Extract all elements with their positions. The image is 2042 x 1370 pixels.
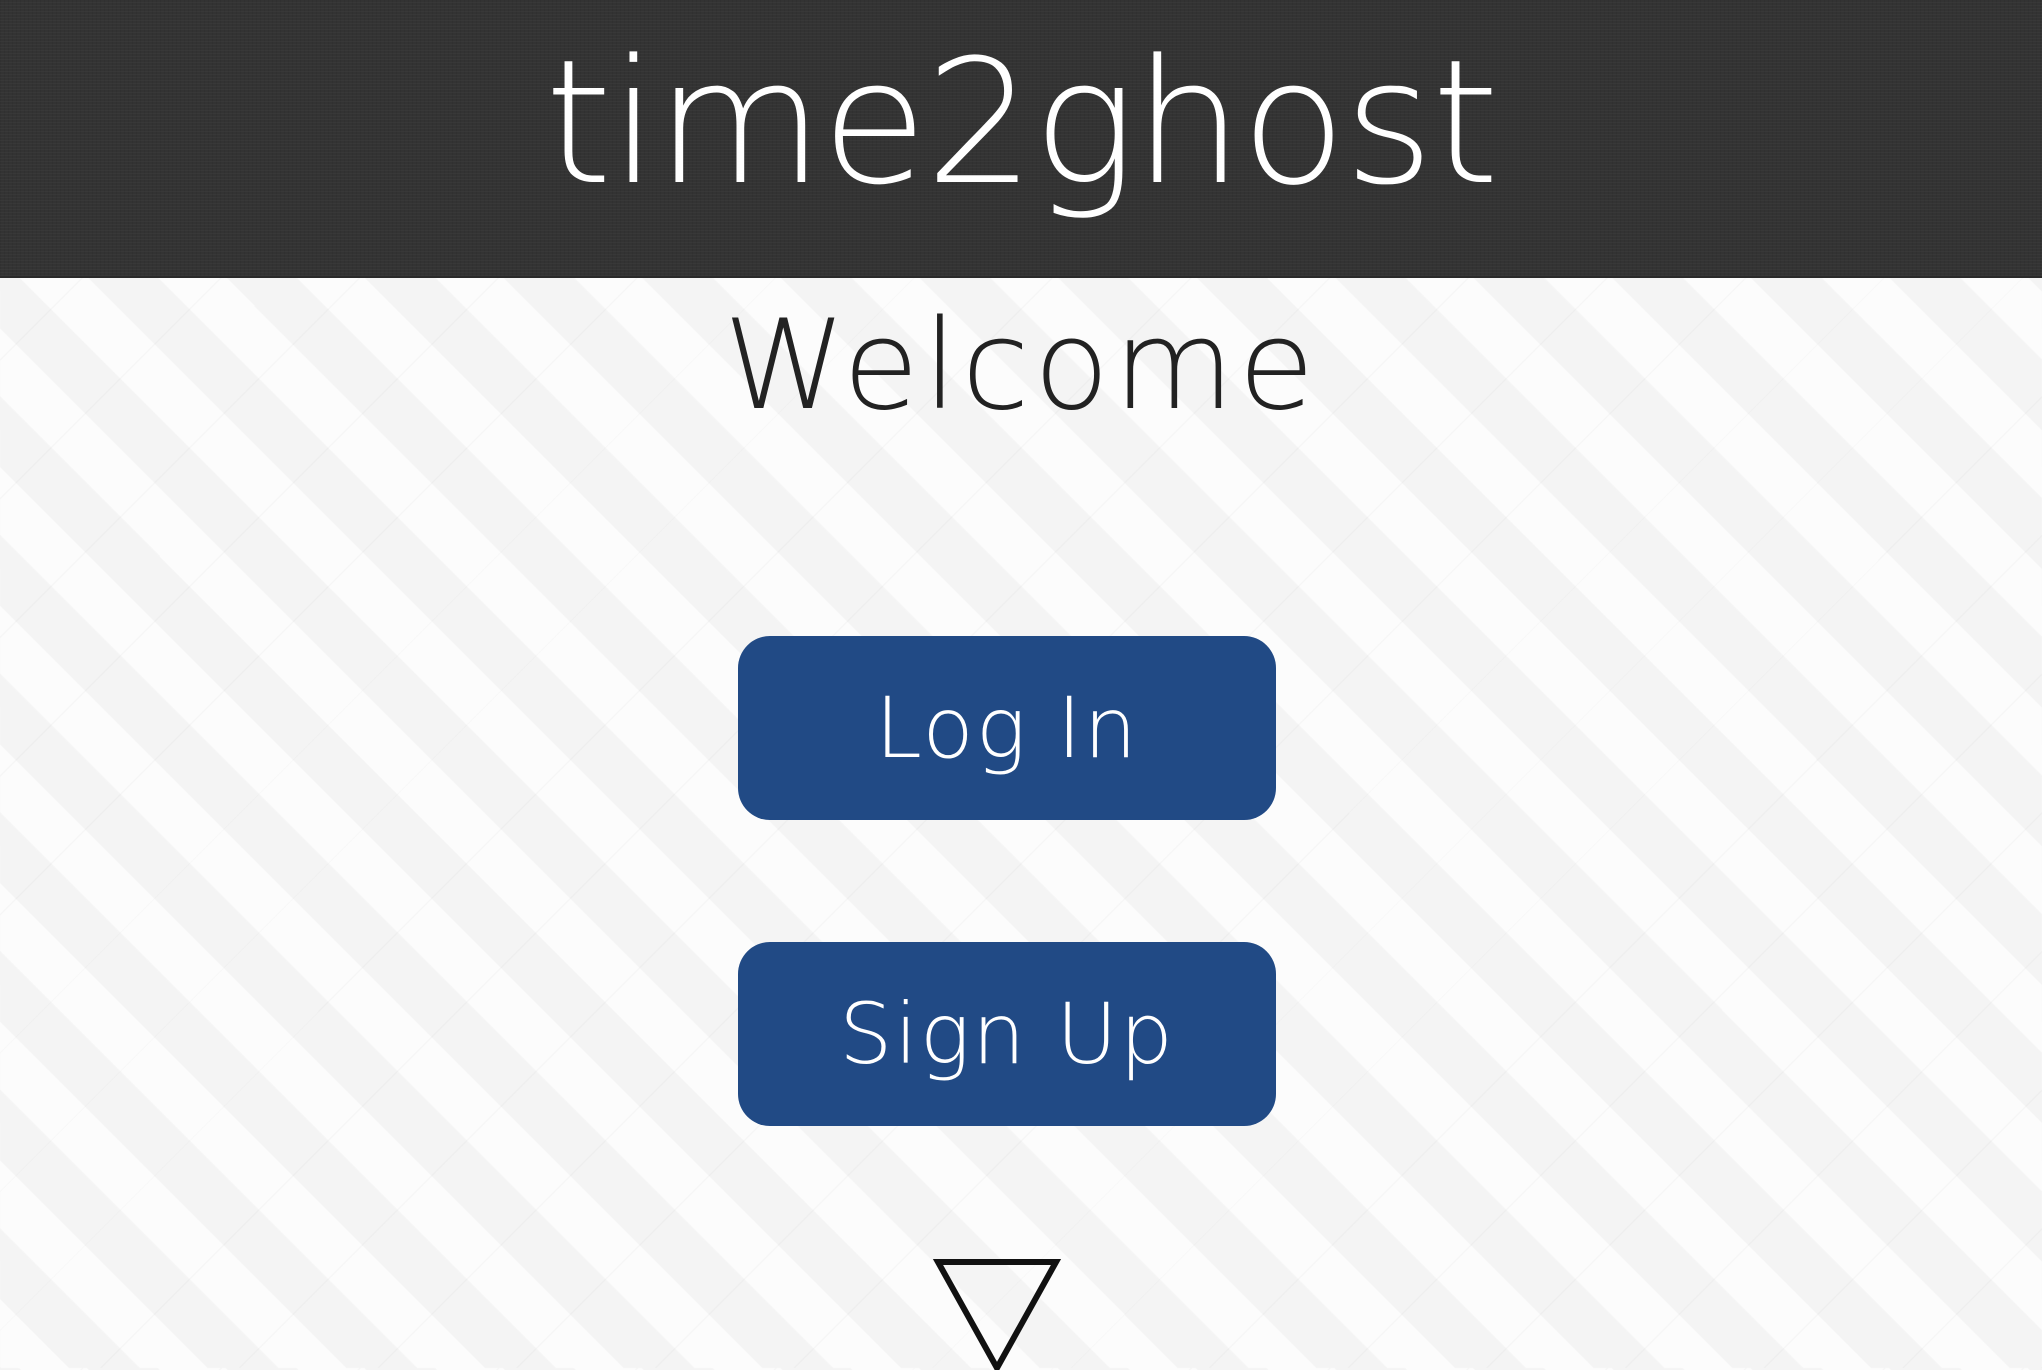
logo-text: time2ghost (545, 22, 1498, 223)
page-title: Welcome (723, 294, 1319, 438)
log-in-button[interactable]: Log In (738, 636, 1276, 820)
logo-wordmark: time2ghost (545, 22, 1500, 223)
app-logo: time2ghost (0, 0, 2042, 276)
log-in-button-label: Log In (875, 679, 1139, 777)
app-header: time2ghost (0, 0, 2042, 278)
sign-up-button-label: Sign Up (839, 985, 1175, 1083)
sign-up-button[interactable]: Sign Up (738, 942, 1276, 1126)
down-triangle-icon[interactable] (932, 1258, 1062, 1370)
